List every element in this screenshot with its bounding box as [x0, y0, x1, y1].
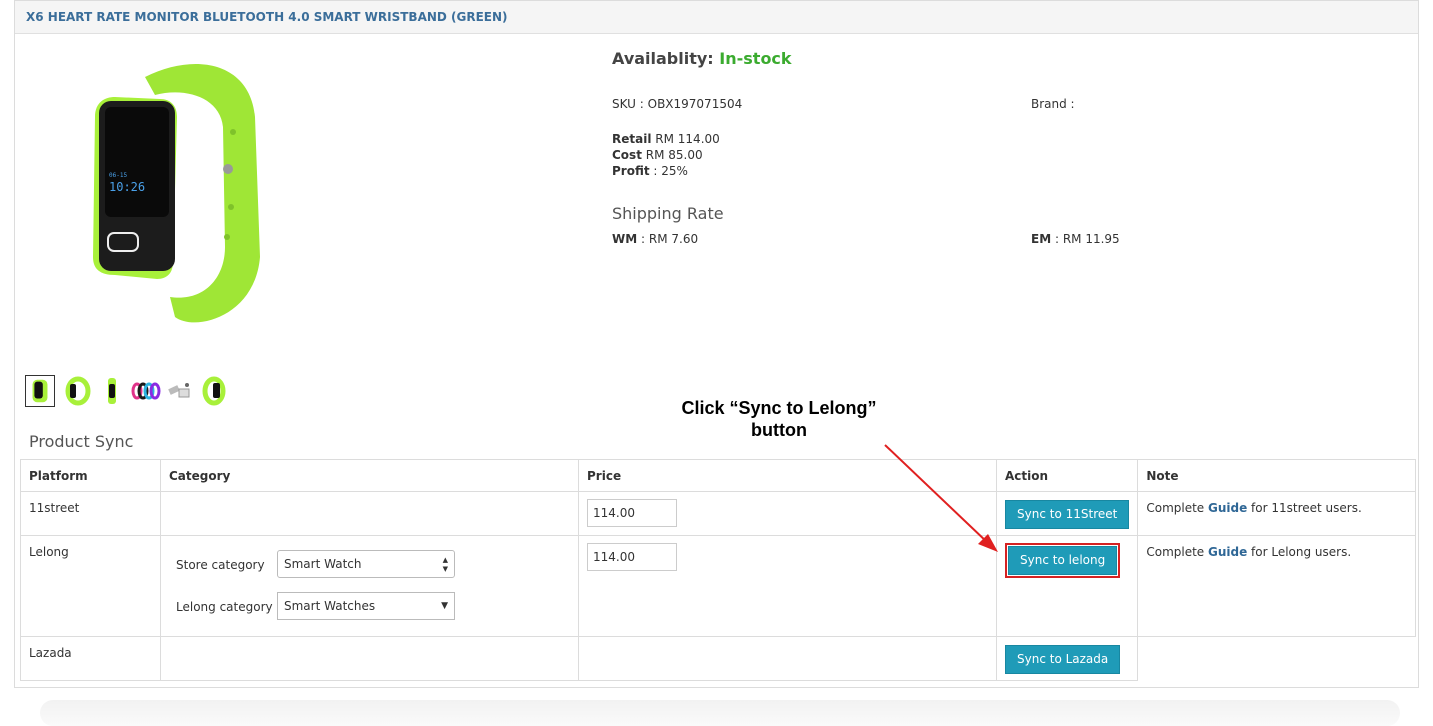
- thumbnail-3[interactable]: [97, 375, 127, 407]
- thumbnail-5[interactable]: [165, 375, 195, 407]
- panel-header: X6 HEART RATE MONITOR BLUETOOTH 4.0 SMAR…: [15, 1, 1418, 34]
- lelong-category-label: Lelong category: [176, 600, 273, 614]
- store-category-select[interactable]: Smart Watch ▲ ▼: [277, 550, 455, 578]
- profit-value: : 25%: [653, 164, 688, 178]
- header-note: Note: [1137, 459, 1417, 492]
- table-row-11street: 11street 114.00 Sync to 11Street Complet…: [20, 491, 1417, 536]
- chevron-down-icon: ▼: [441, 601, 448, 611]
- sync-to-lazada-button[interactable]: Sync to Lazada: [1005, 645, 1121, 674]
- store-category-label: Store category: [176, 558, 265, 572]
- platform-name: Lelong: [29, 545, 69, 559]
- note: Complete Guide for Lelong users.: [1146, 545, 1407, 559]
- highlight-box: Sync to lelong: [1005, 543, 1121, 578]
- brand: Brand :: [1031, 97, 1075, 111]
- table-header-row: Platform Category Price Action Note: [20, 459, 1417, 492]
- table-row-lazada: Lazada Sync to Lazada: [20, 636, 1416, 681]
- watch-time: 10:26: [109, 180, 145, 194]
- profit-label: Profit: [612, 164, 650, 178]
- lelong-category-select[interactable]: Smart Watches ▼: [277, 592, 455, 620]
- platform-name: 11street: [29, 501, 80, 515]
- em-value: : RM 11.95: [1054, 232, 1120, 246]
- store-category-row: Store category Smart Watch ▲ ▼: [169, 536, 570, 578]
- retail-value: RM 114.00: [655, 132, 720, 146]
- category-cell: [160, 491, 579, 536]
- table-row-lelong: Lelong Store category Smart Watch ▲ ▼ Lel…: [20, 535, 1417, 637]
- availability: Availablity: In-stock: [612, 49, 792, 68]
- price-input[interactable]: 114.00: [587, 543, 677, 571]
- lelong-category-row: Lelong category Smart Watches ▼: [169, 578, 570, 620]
- note: Complete Guide for 11street users.: [1146, 501, 1407, 515]
- thumbnail-4[interactable]: [131, 375, 161, 407]
- guide-link[interactable]: Guide: [1208, 501, 1247, 515]
- platform-name: Lazada: [29, 646, 72, 660]
- note-text: Complete: [1146, 545, 1208, 559]
- annotation-line-1: Click “Sync to Lelong”: [681, 398, 877, 418]
- guide-link[interactable]: Guide: [1208, 545, 1247, 559]
- bottom-shadow: [40, 700, 1400, 726]
- product-image: 06-15 10:26: [93, 64, 260, 323]
- availability-label: Availablity:: [612, 49, 714, 68]
- em-rate: EM : RM 11.95: [1031, 232, 1120, 246]
- wm-rate: WM : RM 7.60: [612, 232, 698, 246]
- sync-to-lelong-button[interactable]: Sync to lelong: [1008, 546, 1118, 575]
- annotation-line-2: button: [751, 420, 807, 440]
- product-sync-title: Product Sync: [29, 432, 134, 451]
- product-title: X6 HEART RATE MONITOR BLUETOOTH 4.0 SMAR…: [26, 10, 508, 24]
- cost-value: RM 85.00: [645, 148, 703, 162]
- thumbnail-6[interactable]: [199, 375, 229, 407]
- thumbnail-1[interactable]: [25, 375, 55, 407]
- watch-date: 06-15: [109, 172, 127, 179]
- shipping-rate-title: Shipping Rate: [612, 204, 724, 223]
- annotation-arrow-icon: [884, 444, 998, 552]
- category-cell: Store category Smart Watch ▲ ▼ Lelong cat…: [160, 535, 579, 637]
- header-category: Category: [160, 459, 579, 492]
- note-cell: [1138, 637, 1416, 681]
- em-label: EM: [1031, 232, 1052, 246]
- category-cell: [160, 636, 579, 681]
- note-text: for Lelong users.: [1247, 545, 1352, 559]
- product-sync-table: Platform Category Price Action Note 11st…: [20, 459, 1417, 681]
- updown-arrow-icon: ▲ ▼: [442, 556, 448, 573]
- availability-value: In-stock: [719, 49, 792, 68]
- pricing-block: Retail RM 114.00 Cost RM 85.00 Profit : …: [612, 131, 720, 179]
- cost-label: Cost: [612, 148, 642, 162]
- wm-label: WM: [612, 232, 638, 246]
- wm-value: : RM 7.60: [641, 232, 699, 246]
- sync-to-11street-button[interactable]: Sync to 11Street: [1005, 500, 1130, 529]
- thumbnail-2[interactable]: [63, 375, 93, 407]
- retail-label: Retail: [612, 132, 652, 146]
- price-cell: [578, 636, 997, 681]
- product-panel: X6 HEART RATE MONITOR BLUETOOTH 4.0 SMAR…: [14, 0, 1419, 688]
- instruction-annotation: Click “Sync to Lelong” button: [650, 397, 908, 441]
- note-text: for 11street users.: [1247, 501, 1362, 515]
- header-action: Action: [995, 459, 1139, 492]
- note-text: Complete: [1146, 501, 1208, 515]
- lelong-category-value: Smart Watches: [284, 599, 376, 613]
- store-category-value: Smart Watch: [284, 557, 362, 571]
- price-input[interactable]: 114.00: [587, 499, 677, 527]
- sku: SKU : OBX197071504: [612, 97, 743, 111]
- header-platform: Platform: [20, 459, 161, 492]
